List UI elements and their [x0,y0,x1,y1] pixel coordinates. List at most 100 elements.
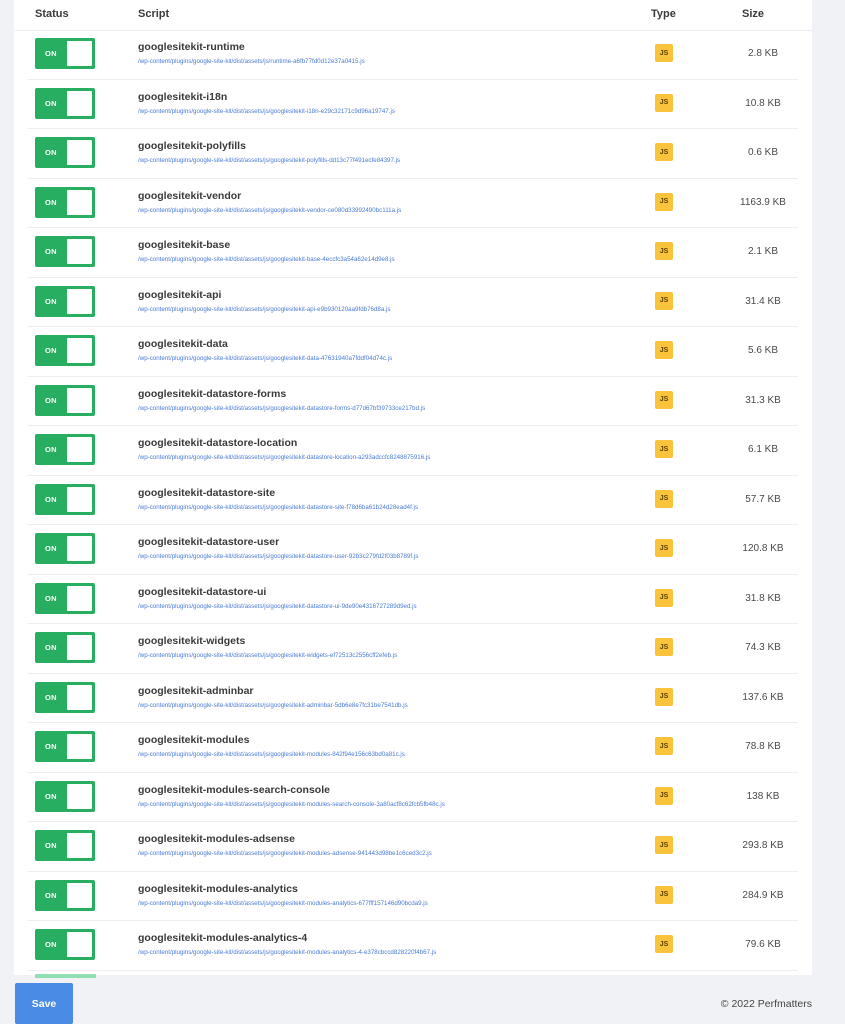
table-row: ON googlesitekit-modules-search-console/w… [28,773,798,822]
table-row: ON googlesitekit-runtime/wp-content/plugi… [28,30,798,80]
script-size: 31.3 KB [745,394,781,406]
toggle-knob [67,734,92,759]
script-path-link[interactable]: /wp-content/plugins/google-site-kit/dist… [138,405,425,412]
toggle-on-label: ON [45,494,57,504]
status-toggle[interactable]: ON [35,285,95,317]
toggle-knob [67,585,92,611]
script-path-link[interactable]: /wp-content/plugins/google-site-kit/dist… [138,900,428,907]
toggle-knob [67,288,92,314]
js-badge: JS [655,291,673,310]
script-path-link[interactable]: /wp-content/plugins/google-site-kit/dist… [138,553,418,560]
script-size: 293.8 KB [742,840,784,851]
status-toggle[interactable]: ON [35,879,95,911]
table-row: ON googlesitekit-modules-adsense/wp-conte… [28,822,798,872]
status-toggle[interactable]: ON [35,483,95,515]
toggle-knob [67,140,92,165]
status-toggle[interactable]: ON [35,731,95,762]
header-size: Size [742,8,765,20]
js-badge: JS [655,390,673,409]
status-toggle[interactable]: ON [35,186,95,218]
toggle-knob [67,932,92,957]
copyright-text: © 2022 Perfmatters [720,998,812,1010]
js-badge: JS [655,341,673,359]
script-size: 6.1 KB [747,444,779,455]
script-path-link[interactable]: /wp-content/plugins/google-site-kit/dist… [138,751,405,758]
script-path-link[interactable]: /wp-content/plugins/google-site-kit/dist… [138,949,436,956]
script-size: 74.3 KB [745,642,781,653]
table-row: ON googlesitekit-modules-analytics/wp-con… [28,872,798,921]
script-path-link[interactable]: /wp-content/plugins/google-site-kit/dist… [138,454,430,461]
script-path-link[interactable]: /wp-content/plugins/google-site-kit/dist… [138,850,432,857]
script-size: 31.8 KB [745,592,781,604]
js-badge: JS [655,737,673,755]
script-size: 1163.9 KB [740,196,786,208]
status-toggle[interactable]: ON [35,681,95,713]
save-button[interactable]: Save [15,983,73,1024]
toggle-on-label: ON [45,395,57,405]
status-toggle[interactable]: ON [35,780,95,812]
js-badge: JS [655,588,673,607]
script-name: googlesitekit-i18n [138,90,228,103]
script-size: 120.8 KB [742,543,784,554]
table-row: ON googlesitekit-datastore-user/wp-conten… [28,525,798,575]
table-row: ON googlesitekit-datastore-location/wp-co… [28,426,798,476]
script-path-link[interactable]: /wp-content/plugins/google-site-kit/dist… [138,652,397,659]
header-status: Status [35,8,69,20]
status-toggle[interactable]: ON [35,929,95,960]
script-path-link[interactable]: /wp-content/plugins/google-site-kit/dist… [138,58,365,65]
script-name: googlesitekit-datastore-user [138,536,280,548]
status-toggle[interactable]: ON [35,38,95,69]
table-row: ON googlesitekit-polyfills/wp-content/plu… [28,129,798,179]
script-name: googlesitekit-base [138,239,231,251]
script-path-link[interactable]: /wp-content/plugins/google-site-kit/dist… [138,157,400,164]
toggle-on-label: ON [45,742,57,751]
script-size: 2.8 KB [747,48,779,59]
status-toggle[interactable]: ON [35,137,95,168]
script-name: googlesitekit-datastore-site [138,486,276,499]
js-badge: JS [655,143,673,161]
script-name: googlesitekit-modules [138,734,250,746]
toggle-on-label: ON [45,98,57,108]
script-path-link[interactable]: /wp-content/plugins/google-site-kit/dist… [138,207,401,214]
script-path-link[interactable]: /wp-content/plugins/google-site-kit/dist… [138,306,390,313]
status-toggle[interactable]: ON [35,533,95,564]
js-badge: JS [655,44,673,62]
toggle-on-label: ON [45,197,57,207]
table-row: ON googlesitekit-modules-analytics-4/wp-c… [28,921,798,971]
script-size: 138 KB [746,790,780,802]
js-badge: JS [655,687,673,706]
table-row: ON googlesitekit-i18n/wp-content/plugins/… [28,80,798,129]
script-size: 5.6 KB [747,345,779,356]
table-row: ON googlesitekit-vendor/wp-content/plugin… [28,179,798,228]
script-path-link[interactable]: /wp-content/plugins/google-site-kit/dist… [138,355,392,362]
script-path-link[interactable]: /wp-content/plugins/google-site-kit/dist… [138,801,445,808]
script-path-link[interactable]: /wp-content/plugins/google-site-kit/dist… [138,603,417,610]
script-size: 78.8 KB [745,741,781,752]
script-name: googlesitekit-modules-search-console [138,783,330,796]
table-row: ON googlesitekit-datastore-ui/wp-content/… [28,575,798,624]
toggle-knob [67,833,92,858]
js-badge: JS [655,885,673,904]
status-toggle[interactable]: ON [35,384,95,416]
status-toggle[interactable]: ON [35,582,95,614]
js-badge: JS [655,836,673,854]
status-toggle[interactable]: ON [35,335,95,366]
toggle-on-label: ON [45,49,57,58]
scripts-panel: Status Script Type Size ON googlesitekit-… [14,0,812,975]
status-toggle[interactable]: ON [35,87,95,119]
script-size: 284.9 KB [742,889,784,901]
js-badge: JS [655,539,673,557]
header-type: Type [651,8,676,20]
script-path-link[interactable]: /wp-content/plugins/google-site-kit/dist… [138,702,408,709]
script-name: googlesitekit-modules-analytics [138,882,298,895]
scripts-table-body: ON googlesitekit-runtime/wp-content/plugi… [14,30,812,971]
status-toggle[interactable]: ON [35,236,95,267]
toggle-on-label: ON [45,643,57,652]
status-toggle[interactable]: ON [35,434,95,465]
script-path-link[interactable]: /wp-content/plugins/google-site-kit/dist… [138,256,395,263]
script-path-link[interactable]: /wp-content/plugins/google-site-kit/dist… [138,504,418,511]
status-toggle[interactable]: ON [35,830,95,861]
script-name: googlesitekit-api [138,288,222,301]
status-toggle[interactable]: ON [35,632,95,663]
script-path-link[interactable]: /wp-content/plugins/google-site-kit/dist… [138,108,395,115]
